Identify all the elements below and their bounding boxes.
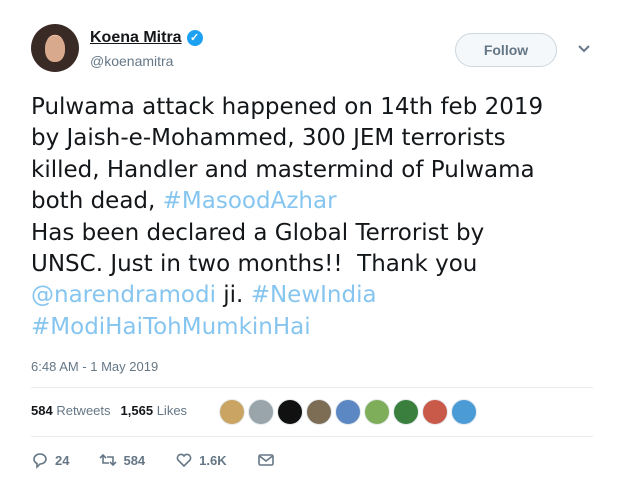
retweets-count: 584 <box>31 403 53 418</box>
like-action[interactable]: 1.6K <box>175 451 227 469</box>
action-bar: 24 584 1.6K <box>31 451 305 469</box>
liker-avatar[interactable] <box>219 399 245 425</box>
tweet-line: by Jaish-e-Mohammed, 300 JEM terrorists <box>31 125 506 152</box>
reply-action[interactable]: 24 <box>31 451 69 469</box>
user-handle[interactable]: @koenamitra <box>90 53 173 69</box>
tweet-text: Pulwama attack happened on 14th feb 2019… <box>31 92 601 343</box>
retweets-stat[interactable]: 584 Retweets <box>31 403 111 418</box>
tweet-line: Has been declared a Global Terrorist by <box>31 219 485 246</box>
reply-count: 24 <box>55 452 70 468</box>
divider <box>31 387 593 388</box>
message-action[interactable] <box>257 451 275 469</box>
hashtag-link[interactable]: #ModiHaiTohMumkinHai <box>31 314 311 340</box>
reply-icon <box>33 453 47 469</box>
timestamp[interactable]: 6:48 AM - 1 May 2019 <box>31 359 158 374</box>
retweets-label: Retweets <box>56 403 111 418</box>
tweet-line: killed, Handler and mastermind of Pulwam… <box>31 156 535 183</box>
tweet-line: ji. <box>215 282 251 309</box>
chevron-down-icon[interactable] <box>574 38 594 58</box>
likes-count: 1,565 <box>120 403 154 418</box>
envelope-icon <box>257 454 274 466</box>
tweet-line: UNSC. Just in two months!! Thank you <box>31 251 478 278</box>
divider <box>31 436 593 437</box>
likes-stat[interactable]: 1,565 Likes <box>121 403 188 418</box>
retweet-icon <box>99 453 118 467</box>
follow-button[interactable]: Follow <box>455 33 557 67</box>
tweet-line: Pulwama attack happened on 14th feb 2019 <box>31 94 544 120</box>
tweet-line: both dead, <box>31 188 163 215</box>
avatar[interactable] <box>31 24 79 72</box>
liker-avatar[interactable] <box>364 399 390 425</box>
liker-avatar[interactable] <box>277 399 303 425</box>
mention-link[interactable]: @narendramodi <box>31 282 216 308</box>
retweet-count: 584 <box>123 452 146 468</box>
likes-label: Likes <box>156 403 188 418</box>
retweet-action[interactable]: 584 <box>99 451 145 469</box>
liker-avatar[interactable] <box>393 399 419 425</box>
engagement-stats: 584 Retweets 1,565 Likes <box>31 403 187 418</box>
hashtag-link[interactable]: #MasoodAzhar <box>163 188 337 214</box>
author-row: Koena Mitra ✓ <box>90 29 203 47</box>
verified-badge-icon: ✓ <box>186 30 203 46</box>
liker-avatar[interactable] <box>306 399 332 425</box>
liker-avatar[interactable] <box>248 399 274 425</box>
display-name[interactable]: Koena Mitra <box>90 29 182 47</box>
liker-avatars <box>219 399 477 425</box>
liker-avatar[interactable] <box>335 399 361 425</box>
liker-avatar[interactable] <box>422 399 448 425</box>
like-count: 1.6K <box>199 452 227 468</box>
hashtag-link[interactable]: #NewIndia <box>251 282 377 308</box>
liker-avatar[interactable] <box>451 399 477 425</box>
heart-icon <box>176 453 192 468</box>
